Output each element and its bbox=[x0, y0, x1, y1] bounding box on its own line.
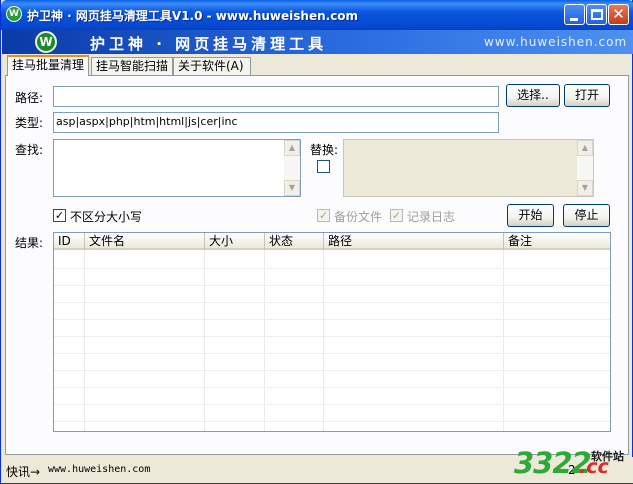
log-label: 记录日志 bbox=[407, 210, 456, 224]
find-label: 查找: bbox=[15, 143, 44, 157]
case-insensitive-label: 不区分大小写 bbox=[70, 210, 143, 224]
grid-line bbox=[54, 285, 610, 286]
minimize-button[interactable] bbox=[564, 4, 585, 25]
grid-line bbox=[54, 421, 610, 422]
close-button[interactable]: ✕ bbox=[608, 4, 629, 25]
column-header-filename[interactable]: 文件名 bbox=[85, 233, 205, 250]
scroll-down-icon[interactable]: ▼ bbox=[284, 180, 300, 196]
column-header-status[interactable]: 状态 bbox=[265, 233, 324, 250]
find-scrollbar[interactable]: ▲ ▼ bbox=[284, 140, 300, 196]
maximize-icon bbox=[591, 9, 603, 20]
grid-line bbox=[54, 302, 610, 303]
grid-line bbox=[54, 404, 610, 405]
title-bar[interactable]: W 护卫神 · 网页挂马清理工具V1.0 - www.huweishen.com… bbox=[1, 0, 633, 30]
results-table[interactable]: ID 文件名 大小 状态 路径 备注 bbox=[53, 232, 611, 432]
tab-about[interactable]: 关于软件(A) bbox=[173, 57, 251, 75]
type-label: 类型: bbox=[15, 116, 44, 130]
find-textarea[interactable]: ▲ ▼ bbox=[53, 139, 301, 197]
replace-checkbox[interactable] bbox=[317, 160, 330, 173]
case-insensitive-checkbox[interactable]: ✓ bbox=[53, 209, 66, 222]
log-checkbox[interactable]: ✓ bbox=[390, 209, 403, 222]
column-header-id[interactable]: ID bbox=[54, 233, 85, 250]
banner-logo: W bbox=[35, 31, 57, 53]
grid-line bbox=[54, 336, 610, 337]
backup-label: 备份文件 bbox=[334, 210, 383, 224]
replace-scrollbar[interactable]: ▲ ▼ bbox=[577, 140, 593, 196]
results-label: 结果: bbox=[15, 236, 44, 250]
main-window: W 护卫神 · 网页挂马清理工具V1.0 - www.huweishen.com… bbox=[0, 0, 633, 484]
status-url[interactable]: www.huweishen.com bbox=[48, 464, 150, 475]
column-header-path[interactable]: 路径 bbox=[324, 233, 504, 250]
app-icon[interactable]: W bbox=[6, 6, 22, 22]
path-label: 路径: bbox=[15, 91, 44, 105]
close-icon: ✕ bbox=[612, 5, 625, 23]
scroll-up-icon[interactable]: ▲ bbox=[284, 140, 300, 156]
column-header-remark[interactable]: 备注 bbox=[504, 233, 610, 250]
column-header-size[interactable]: 大小 bbox=[205, 233, 265, 250]
tab-smart-scan[interactable]: 挂马智能扫描 bbox=[91, 57, 173, 75]
tab-batch-clean[interactable]: 挂马批量清理 bbox=[7, 55, 89, 76]
window-title: 护卫神 · 网页挂马清理工具V1.0 - www.huweishen.com bbox=[27, 9, 359, 23]
grid-line bbox=[54, 268, 610, 269]
watermark-label: 软件站 bbox=[591, 450, 624, 463]
grid-line bbox=[54, 353, 610, 354]
grid-line bbox=[54, 387, 610, 388]
type-input[interactable]: asp|aspx|php|htm|html|js|cer|inc bbox=[53, 112, 499, 133]
maximize-button[interactable] bbox=[586, 4, 607, 25]
news-label: 快讯→ bbox=[6, 465, 41, 479]
grid-line bbox=[54, 370, 610, 371]
banner-title: 护卫神 · 网页挂马清理工具 bbox=[90, 35, 328, 53]
start-button[interactable]: 开始 bbox=[507, 204, 554, 227]
path-input[interactable] bbox=[53, 86, 499, 107]
banner-url: www.huweishen.com bbox=[484, 35, 628, 49]
table-header: ID 文件名 大小 状态 路径 备注 bbox=[54, 233, 610, 250]
open-button[interactable]: 打开 bbox=[564, 84, 610, 107]
scroll-up-icon[interactable]: ▲ bbox=[577, 140, 593, 156]
stop-button[interactable]: 停止 bbox=[563, 204, 610, 227]
backup-checkbox[interactable]: ✓ bbox=[317, 209, 330, 222]
app-banner: W 护卫神 · 网页挂马清理工具 www.huweishen.com bbox=[2, 30, 633, 54]
replace-label: 替换: bbox=[310, 143, 339, 157]
grid-line bbox=[54, 319, 610, 320]
replace-textarea[interactable]: ▲ ▼ bbox=[343, 139, 594, 197]
minimize-icon bbox=[570, 18, 578, 21]
scroll-down-icon[interactable]: ▼ bbox=[577, 180, 593, 196]
browse-button[interactable]: 选择.. bbox=[506, 84, 560, 107]
